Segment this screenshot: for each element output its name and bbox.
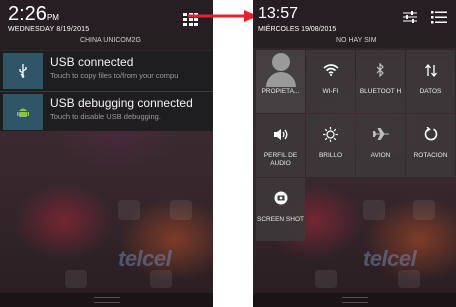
navigation-bar [253, 293, 456, 307]
screenshot-icon [274, 180, 288, 216]
tile-rotation[interactable]: ROTACION [406, 114, 455, 177]
data-icon [424, 52, 437, 88]
date-label: MIÉRCOLES 19/08/2015 [258, 26, 337, 33]
usb-icon [3, 53, 43, 89]
tile-wifi[interactable]: WI-FI [306, 50, 355, 113]
notification-list-icon[interactable] [431, 10, 447, 24]
drag-handle[interactable] [341, 297, 368, 303]
tile-label: PERFIL DE AUDIO [263, 152, 298, 167]
airplane-icon [372, 116, 389, 152]
tile-data[interactable]: DATOS [406, 50, 455, 113]
new-quick-settings-screenshot: telcel 13:57 MIÉRCOLES 19/08/2015 NO HAY… [253, 0, 456, 307]
tile-owner-profile[interactable]: PROPIETA... [256, 50, 305, 113]
tile-screenshot[interactable]: SCREEN SHOT [256, 178, 305, 241]
volume-icon [273, 116, 289, 152]
tile-airplane[interactable]: AVION [356, 114, 405, 177]
usb-debugging-notification[interactable]: USB debugging connected Touch to disable… [0, 91, 213, 131]
old-notification-shade-screenshot: telcel 2:26PM WEDNESDAY 8/19/2015 CHINA … [0, 0, 213, 307]
brightness-icon [323, 116, 338, 152]
tile-label: SCREEN SHOT [257, 216, 304, 223]
notification-title: USB connected [50, 55, 134, 69]
tile-label: ROTACION [413, 152, 448, 159]
tile-audio-profile[interactable]: PERFIL DE AUDIO [256, 114, 305, 177]
telcel-logo: telcel [118, 246, 172, 271]
tile-label: DATOS [419, 88, 442, 95]
notification-header: 2:26PM WEDNESDAY 8/19/2015 CHINA UNICOM2… [0, 0, 213, 50]
wifi-icon [322, 52, 339, 88]
carrier-label: CHINA UNICOM2G [79, 37, 141, 44]
tile-label: WI-FI [322, 88, 339, 95]
tile-bluetooth[interactable]: BLUETOOT H [356, 50, 405, 113]
tile-label: BRILLO [318, 152, 343, 159]
notification-subtitle: Touch to copy files to/from your compu [50, 71, 179, 80]
clock: 13:57 [258, 5, 299, 22]
tile-label: BLUETOOT H [359, 88, 402, 95]
carrier-label: NO HAY SIM [336, 37, 377, 44]
tile-label: AVION [370, 152, 391, 159]
red-arrow-icon [188, 10, 258, 22]
rotate-icon [424, 116, 438, 152]
tile-brightness[interactable]: BRILLO [306, 114, 355, 177]
android-icon [3, 94, 43, 130]
clock: 2:26PM [8, 3, 59, 25]
bluetooth-icon [376, 52, 385, 88]
date-label: WEDNESDAY 8/19/2015 [8, 26, 90, 33]
usb-connected-notification[interactable]: USB connected Touch to copy files to/fro… [0, 51, 213, 91]
profile-avatar [265, 52, 296, 88]
telcel-logo: telcel [363, 246, 417, 271]
tile-label: PROPIETA... [261, 88, 300, 95]
drag-handle[interactable] [93, 297, 120, 303]
notification-subtitle: Touch to disable USB debugging. [50, 112, 161, 121]
quick-settings-header: 13:57 MIÉRCOLES 19/08/2015 NO HAY SIM [253, 0, 456, 48]
settings-sliders-icon[interactable] [403, 10, 417, 24]
navigation-bar [0, 293, 213, 307]
notification-title: USB debugging connected [50, 96, 193, 110]
